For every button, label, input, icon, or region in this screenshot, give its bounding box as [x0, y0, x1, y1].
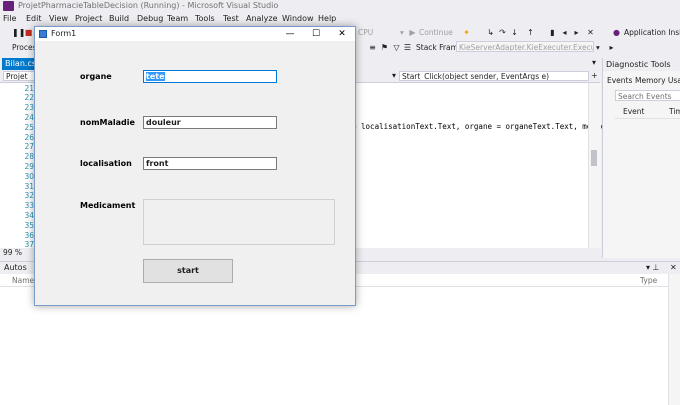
editor-scroll-thumb[interactable] [591, 150, 597, 166]
organe-label: organe [80, 72, 112, 81]
nom-maladie-label: nomMaladie [80, 118, 135, 127]
pause-icon[interactable]: ❚❚ [12, 28, 25, 37]
line-number: 34 [24, 211, 34, 220]
split-icon[interactable]: + [591, 71, 598, 80]
stack-frame-dropdown[interactable]: KieServerAdapter.KieExecuter.ExecuteCall [456, 41, 594, 52]
line-number: 35 [24, 221, 34, 230]
tab-memory-usage[interactable]: Memory Usage [635, 76, 680, 85]
filter-icon[interactable]: ▽ [392, 43, 401, 52]
column-event[interactable]: Event [623, 107, 645, 116]
app-insights-icon: ● [613, 28, 620, 37]
close-button[interactable]: ✕ [329, 27, 355, 41]
search-events-input[interactable]: Search Events [615, 90, 680, 101]
form1-title: Form1 [51, 29, 77, 38]
stop-icon[interactable]: ■ [24, 28, 33, 37]
column-name[interactable]: Name [12, 276, 34, 285]
events-table-header: Event Tim [615, 106, 680, 119]
diagnostic-tabs: Events Memory Usage [603, 75, 680, 87]
line-number: 31 [24, 182, 34, 191]
play-icon[interactable]: ▶ [408, 28, 417, 37]
menu-analyze[interactable]: Analyze [246, 14, 278, 23]
column-type[interactable]: Type [640, 276, 657, 285]
menu-bar: File Edit View Project Build Debug Team … [0, 13, 680, 25]
line-number: 22 [24, 93, 34, 102]
menu-file[interactable]: File [3, 14, 16, 23]
organe-value: tete [146, 72, 165, 81]
line-number: 28 [24, 152, 34, 161]
dropdown-chevron-icon[interactable]: ▾ [400, 28, 404, 37]
menu-test[interactable]: Test [223, 14, 239, 23]
thread-flag-icon[interactable]: ⚑ [380, 43, 389, 52]
toolbar-options-icon[interactable]: ▸ [607, 43, 616, 52]
line-number: 26 [24, 133, 34, 142]
tab-list-icon[interactable]: ▾ [592, 58, 596, 67]
menu-team[interactable]: Team [167, 14, 188, 23]
organe-input[interactable]: tete [143, 70, 277, 83]
menu-build[interactable]: Build [109, 14, 129, 23]
bookmark-icon[interactable]: ▮ [548, 28, 557, 37]
cpu-dropdown[interactable]: CPU [358, 28, 373, 37]
bookmark-prev-icon[interactable]: ◂ [560, 28, 569, 37]
menu-edit[interactable]: Edit [26, 14, 42, 23]
vs-window-title: ProjetPharmacieTableDecision (Running) -… [18, 1, 279, 10]
app-insights-button[interactable]: Application Insigh [624, 28, 680, 37]
line-number: 27 [24, 142, 34, 151]
menu-help[interactable]: Help [318, 14, 336, 23]
tab-bilan-cs[interactable]: Bilan.cs [2, 58, 36, 70]
line-number: 33 [24, 201, 34, 210]
line-number: 24 [24, 113, 34, 122]
project-dropdown[interactable]: Projet [3, 71, 35, 81]
method-dropdown[interactable]: Start_Click(object sender, EventArgs e) [399, 71, 589, 81]
bookmark-next-icon[interactable]: ▸ [572, 28, 581, 37]
step-over-icon[interactable]: ↷ [498, 28, 507, 37]
code-line[interactable]: = localisationText.Text, organe = organe… [352, 122, 605, 131]
line-number-gutter: 21 22 23 24 25 26 27 28 29 30 31 32 33 3… [0, 83, 36, 249]
zoom-level[interactable]: 99 % [3, 248, 22, 257]
form-icon [39, 30, 47, 38]
stack-icon[interactable]: ☰ [403, 43, 412, 52]
minimize-button[interactable]: — [277, 27, 303, 41]
bookmark-clear-icon[interactable]: ✕ [586, 28, 595, 37]
autos-vertical-scrollbar[interactable] [668, 274, 680, 405]
step-out-icon[interactable]: ↑ [526, 28, 535, 37]
localisation-label: localisation [80, 159, 132, 168]
fire-icon[interactable]: ✦ [462, 28, 471, 37]
line-number: 23 [24, 103, 34, 112]
localisation-input[interactable]: front [143, 157, 277, 170]
menu-debug[interactable]: Debug [137, 14, 163, 23]
continue-button[interactable]: Continue [419, 28, 453, 37]
line-number: 25 [24, 123, 34, 132]
line-number: 30 [24, 172, 34, 181]
visual-studio-logo-icon [3, 1, 14, 11]
medicament-label: Medicament [80, 201, 136, 210]
form1-window: Form1 — ☐ ✕ organe tete nomMaladie doule… [34, 26, 356, 306]
start-button[interactable]: start [143, 259, 233, 283]
column-time[interactable]: Tim [669, 107, 680, 116]
menu-project[interactable]: Project [75, 14, 102, 23]
line-number: 36 [24, 231, 34, 240]
medicament-output [143, 199, 335, 245]
line-number: 21 [24, 84, 34, 93]
step-into-icon[interactable]: ↓ [510, 28, 519, 37]
form1-titlebar[interactable]: Form1 — ☐ ✕ [35, 27, 355, 41]
close-icon[interactable]: ✕ [670, 263, 677, 272]
maximize-button[interactable]: ☐ [303, 27, 329, 41]
menu-view[interactable]: View [49, 14, 68, 23]
line-number: 32 [24, 191, 34, 200]
line-number: 29 [24, 162, 34, 171]
process-label: Proces [12, 43, 37, 52]
tab-events[interactable]: Events [607, 76, 632, 85]
diagnostic-tools-title: Diagnostic Tools [603, 58, 680, 71]
member-chevron-icon[interactable]: ▾ [392, 71, 396, 80]
stack-frame-chevron-icon[interactable]: ▾ [596, 43, 600, 52]
menu-window[interactable]: Window [282, 14, 314, 23]
thread-icon[interactable]: ≡ [368, 43, 377, 52]
diagnostic-tools-panel: Diagnostic Tools Events Memory Usage Sea… [602, 58, 680, 258]
step-icon[interactable]: ↳ [486, 28, 495, 37]
menu-tools[interactable]: Tools [195, 14, 215, 23]
pin-icon[interactable]: ▾ ⊥ [646, 263, 660, 272]
nom-maladie-input[interactable]: douleur [143, 116, 277, 129]
vs-title-bar: ProjetPharmacieTableDecision (Running) -… [0, 0, 680, 13]
